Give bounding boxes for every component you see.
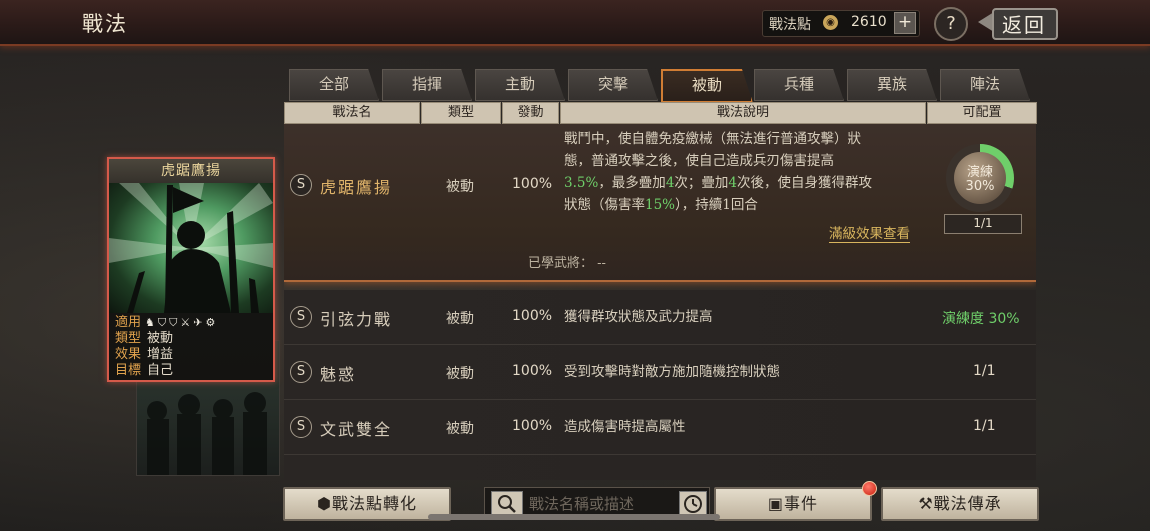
tab-troop-type[interactable]: 兵種 <box>754 69 844 101</box>
add-points-button[interactable]: + <box>894 12 916 34</box>
desc-line: 態，普通攻擊之後，使自己造成兵刃傷害提高 <box>564 153 834 169</box>
table-row[interactable]: S 魅惑 被動 100% 受到攻擊時對敵方施加隨機控制狀態 1/1 <box>284 345 1036 400</box>
help-button[interactable]: ? <box>934 7 968 41</box>
effect-value: 增益 <box>147 347 174 362</box>
tab-assault[interactable]: 突擊 <box>568 69 658 101</box>
tactic-type: 被動 <box>446 421 474 437</box>
card-apply-row: 適用 ♞⛉⛉⚔✈⚙ <box>115 315 218 331</box>
column-header-rate[interactable]: 發動 <box>502 102 559 124</box>
card-type-row: 類型 被動 <box>115 331 173 347</box>
inherit-button[interactable]: ⚒戰法傳承 <box>881 487 1039 521</box>
tactic-rate: 100% <box>512 363 553 379</box>
tab-passive[interactable]: 被動 <box>661 69 753 103</box>
practice-progress[interactable]: 演練 30% 1/1 <box>944 144 1022 234</box>
max-effect-link[interactable]: 滿級效果查看 <box>829 222 910 243</box>
tactic-description: 受到攻擊時對敵方施加隨機控制狀態 <box>564 364 780 380</box>
tab-formation[interactable]: 陣法 <box>940 69 1030 101</box>
type-value: 被動 <box>147 331 174 346</box>
grade-badge: S <box>290 416 312 438</box>
tactic-points-value: 2610 <box>851 14 887 30</box>
table-row[interactable]: S 文武雙全 被動 100% 造成傷害時提高屬性 1/1 <box>284 400 1036 455</box>
troop-type-icons: ♞⛉⛉⚔✈⚙ <box>145 316 219 329</box>
grade-badge: S <box>290 306 312 328</box>
card-title: 虎踞鷹揚 <box>109 159 273 183</box>
effect-label: 效果 <box>115 347 142 362</box>
practice-label: 演練 <box>966 165 993 180</box>
grade-badge: S <box>290 174 312 196</box>
card-info: 適用 ♞⛉⛉⚔✈⚙ 類型 被動 效果 增益 目標 自己 <box>109 313 273 380</box>
config-count: 1/1 <box>973 363 996 379</box>
events-label: 事件 <box>784 494 819 513</box>
practice-status: 演練度 30% <box>942 311 1020 327</box>
inherit-label: 戰法傳承 <box>933 494 1002 513</box>
target-value: 自己 <box>147 363 174 378</box>
search-placeholder[interactable]: 戰法名稱或描述 <box>529 493 634 514</box>
convert-icon: ⬢ <box>317 494 332 513</box>
target-label: 目標 <box>115 363 142 378</box>
practice-count: 1/1 <box>944 214 1022 234</box>
tactic-name: 引弦力戰 <box>320 310 393 329</box>
scroll-handle[interactable] <box>428 514 720 520</box>
tab-all[interactable]: 全部 <box>289 69 379 101</box>
back-button[interactable]: 返回 <box>978 6 1074 40</box>
apply-label: 適用 <box>115 315 142 330</box>
tactic-type: 被動 <box>446 366 474 382</box>
tactic-name: 虎踞鷹揚 <box>320 178 393 197</box>
learned-label: 已學武將： <box>528 256 594 271</box>
tab-command[interactable]: 指揮 <box>382 69 472 101</box>
tactic-description: 造成傷害時提高屬性 <box>564 419 686 435</box>
card-art <box>109 183 273 313</box>
coin-icon: ◉ <box>823 15 838 30</box>
practice-percent: 30% <box>965 179 995 194</box>
page-title: 戰法 <box>82 12 128 36</box>
selected-tactic-row[interactable]: S 虎踞鷹揚 被動 100% 戰鬥中，使自體免疫繳械（無法進行普通攻擊）狀 態，… <box>284 124 1036 282</box>
tab-foreign[interactable]: 異族 <box>847 69 937 101</box>
hammer-icon: ⚒ <box>918 494 934 513</box>
tactic-description: 戰鬥中，使自體免疫繳械（無法進行普通攻擊）狀 態，普通攻擊之後，使自己造成兵刃傷… <box>564 128 934 216</box>
practice-medallion: 演練 30% <box>954 152 1006 204</box>
card-effect-row: 效果 增益 <box>115 347 173 363</box>
column-header-config[interactable]: 可配置 <box>927 102 1037 124</box>
desc-line: 戰鬥中，使自體免疫繳械（無法進行普通攻擊）狀 <box>564 131 861 147</box>
tactic-description: 獲得群攻狀態及武力提高 <box>564 309 713 325</box>
convert-label: 戰法點轉化 <box>331 494 417 513</box>
card-target-row: 目標 自己 <box>115 363 173 379</box>
desc-line: 狀態（傷害率15%），持續1回合 <box>564 197 758 213</box>
tactic-rate: 100% <box>512 176 553 192</box>
tactic-card[interactable]: 虎踞鷹揚 適用 ♞⛉⛉⚔✈⚙ 類型 被動 效果 增益 目標 自己 <box>107 157 275 382</box>
table-row[interactable]: S 引弦力戰 被動 100% 獲得群攻狀態及武力提高 演練度 30% <box>284 290 1036 345</box>
tactic-name: 魅惑 <box>320 365 357 384</box>
tactic-type: 被動 <box>446 179 474 195</box>
tactic-rate: 100% <box>512 418 553 434</box>
column-header-name[interactable]: 戰法名 <box>284 102 420 124</box>
back-label: 返回 <box>1002 13 1046 37</box>
tab-active[interactable]: 主動 <box>475 69 565 101</box>
column-header-desc: 戰法說明 <box>560 102 926 124</box>
events-button[interactable]: ▣事件 <box>714 487 872 521</box>
tactics-table: S 虎踞鷹揚 被動 100% 戰鬥中，使自體免疫繳械（無法進行普通攻擊）狀 態，… <box>284 124 1036 480</box>
notification-dot-icon <box>862 481 877 496</box>
tactic-points-label: 戰法點 <box>769 17 811 33</box>
tactic-name: 文武雙全 <box>320 420 393 439</box>
convert-points-button[interactable]: ⬢戰法點轉化 <box>283 487 451 521</box>
column-header-type[interactable]: 類型 <box>421 102 501 124</box>
events-icon: ▣ <box>767 494 785 513</box>
desc-line: 3.5%，最多疊加4次；疊加4次後，使自身獲得群攻 <box>564 175 872 191</box>
tactic-type: 被動 <box>446 311 474 327</box>
tactic-rate: 100% <box>512 308 553 324</box>
config-count: 1/1 <box>973 418 996 434</box>
learned-value: -- <box>597 256 606 271</box>
type-label: 類型 <box>115 331 142 346</box>
top-bar: 戰法 戰法點 ◉ 2610 + ? 返回 <box>0 0 1150 46</box>
general-silhouette <box>109 183 273 313</box>
grade-badge: S <box>290 361 312 383</box>
learned-generals: 已學武將： -- <box>528 252 606 271</box>
table-row-partial[interactable] <box>284 455 1036 480</box>
